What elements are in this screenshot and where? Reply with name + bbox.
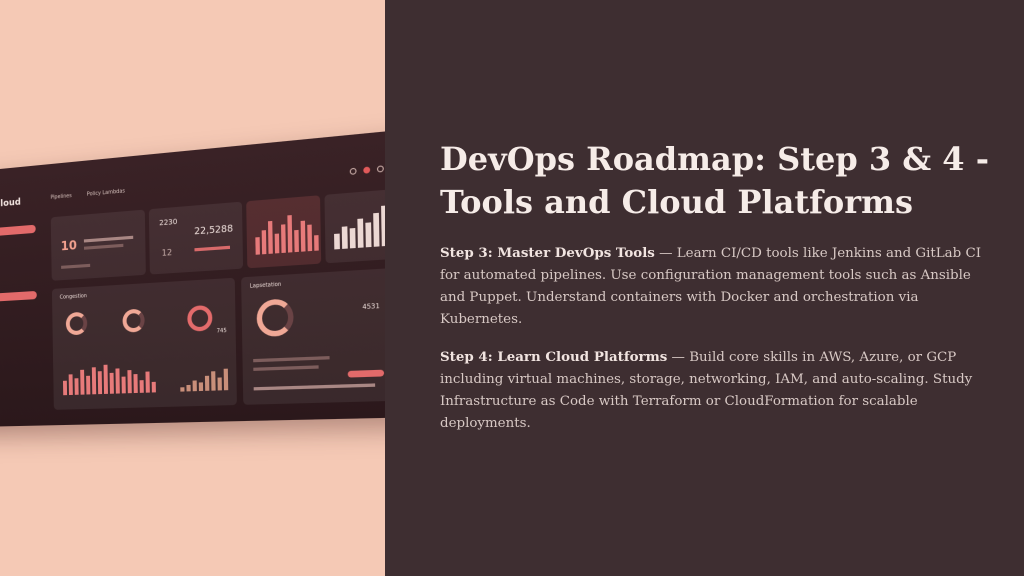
donut-chart	[256, 298, 294, 338]
lapsetation-panel: Lapsetation 4531	[241, 266, 385, 405]
stat-card: 2230 22,5288 12	[148, 201, 244, 275]
ring-value: 4531	[362, 302, 380, 312]
action-button	[347, 369, 385, 378]
step3-paragraph: Step 3: Master DevOps Tools — Learn CI/C…	[440, 242, 990, 331]
sidebar-item	[0, 224, 36, 237]
topbar-item: Pipelines	[50, 192, 72, 201]
mini-bar-chart	[255, 213, 319, 255]
area-chart	[180, 368, 229, 392]
bar-card	[246, 195, 322, 269]
dashboard-mockup: Cloud Pipelines Policy Lambdas 10 2230 2…	[0, 127, 385, 428]
topbar-item: Policy Lambdas	[86, 188, 125, 198]
stat-card: 10	[50, 209, 146, 281]
sidebar-item	[0, 304, 37, 315]
sidebar-item	[0, 264, 36, 275]
panel-title: Congestion	[59, 293, 87, 301]
stat-count: 10	[60, 237, 78, 254]
circle-icon	[376, 165, 384, 173]
step4-paragraph: Step 4: Learn Cloud Platforms — Build co…	[440, 346, 990, 435]
ring-chart	[65, 311, 88, 336]
congestion-panel: Congestion 745	[51, 277, 237, 410]
dashboard-illustration: Cloud Pipelines Policy Lambdas 10 2230 2…	[0, 127, 385, 442]
step3-heading: Step 3: Master DevOps Tools	[440, 245, 655, 261]
notification-icon	[363, 166, 371, 174]
panel-title: Lapsetation	[249, 281, 282, 290]
image-panel: Cloud Pipelines Policy Lambdas 10 2230 2…	[0, 0, 385, 576]
circle-icon	[349, 167, 357, 175]
stat-value-c: 12	[161, 247, 173, 258]
sidebar-item	[0, 290, 37, 302]
sidebar-item	[0, 278, 37, 289]
ring-chart	[122, 308, 145, 333]
bar-card	[324, 187, 385, 264]
bar-chart	[62, 363, 156, 396]
stat-value-b: 22,5288	[194, 223, 234, 238]
stat-value-a: 2230	[159, 217, 178, 228]
ring-chart	[187, 304, 213, 332]
ring-value-b: 745	[216, 327, 227, 335]
slide-title: DevOps Roadmap: Step 3 & 4 - Tools and C…	[440, 140, 989, 221]
dashboard-sidebar	[0, 224, 37, 320]
sidebar-item	[0, 238, 36, 250]
dashboard-brand: Cloud	[0, 197, 21, 210]
sidebar-item	[0, 251, 36, 263]
mini-bar-chart	[334, 204, 385, 250]
step4-heading: Step 4: Learn Cloud Platforms	[440, 349, 668, 365]
